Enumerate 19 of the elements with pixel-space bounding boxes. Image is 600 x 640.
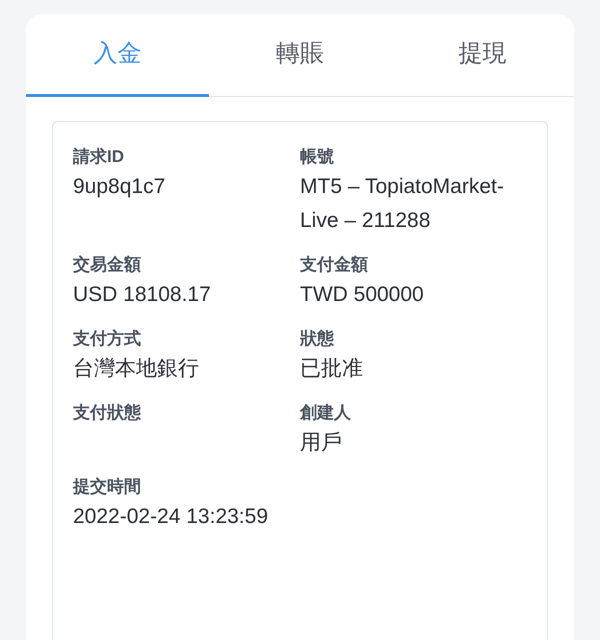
detail-label: 狀態 [300,328,335,350]
tab[interactable]: 提現 [391,14,574,97]
detail-label: 支付金額 [300,254,369,276]
detail-label: 帳號 [300,146,335,168]
tab[interactable]: 轉賬 [208,14,392,97]
detail-label: 支付方式 [73,328,142,350]
detail-value: 9up8q1c7 [73,174,166,200]
detail-value: USD 18108.17 [73,282,212,308]
detail-label: 創建人 [300,402,352,424]
detail-value: 用戶 [300,430,343,456]
detail-value: 已批准 [300,356,364,382]
detail-label: 支付狀態 [73,402,142,424]
detail-value: 2022-02-24 13:23:59 [73,504,269,530]
detail-label: 提交時間 [73,476,142,498]
detail-value: 台灣本地銀行 [73,356,200,382]
detail-label: 交易金額 [73,254,142,276]
detail-value: MT5 – TopiatoMarket-Live – 211288 [300,174,505,234]
detail-value: TWD 500000 [300,282,425,308]
detail-label: 請求ID [73,146,125,168]
